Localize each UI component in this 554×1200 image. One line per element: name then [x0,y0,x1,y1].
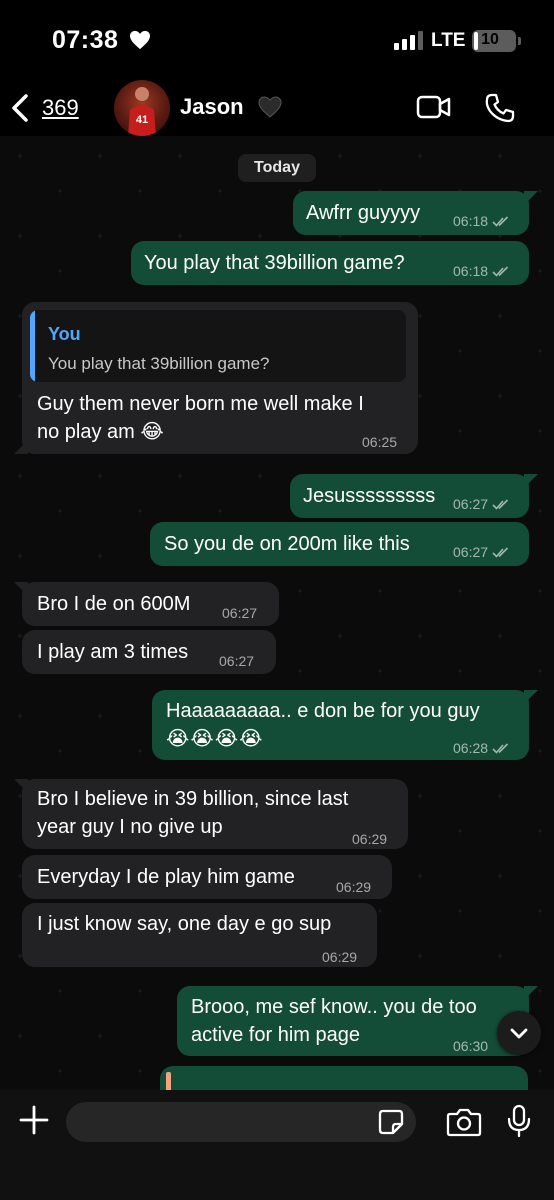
network-type: LTE [431,30,466,51]
message-text: I play am 3 times [37,641,189,663]
outgoing-message[interactable]: Haaaaaaaaa.. e don be for you guy 😭😭😭😭 0… [152,690,529,760]
message-text: Everyday I de play him game [37,866,295,888]
chevron-down-icon [510,1028,528,1039]
sticker-icon[interactable] [378,1109,404,1135]
quote-accent-bar [166,1072,171,1090]
incoming-message[interactable]: Bro I de on 600M 06:27 [22,582,279,626]
bubble-tail [524,474,538,488]
message-composer [0,1090,554,1200]
back-chevron-icon [12,94,28,122]
message-time: 06:25 [362,434,398,450]
battery-level: 10 [481,31,499,48]
message-text-line2: year guy I no give up [37,816,223,838]
battery-tip [518,37,521,45]
message-meta: 06:30 [453,1032,488,1060]
video-call-icon[interactable] [416,94,452,120]
incoming-message[interactable]: Bro I believe in 39 billion, since last … [22,779,408,849]
unread-chats-count: 369 [42,95,79,120]
message-time: 06:18 [453,263,489,279]
message-time: 06:27 [219,653,255,669]
bubble-tail [14,779,28,793]
outgoing-message[interactable]: Brooo, me sef know.. you de too active f… [177,986,529,1056]
plus-icon[interactable] [18,1104,50,1136]
bubble-tail [524,690,538,704]
bubble-tail [524,986,538,1000]
outgoing-message[interactable]: Jesusssssssss 06:27 [290,474,529,518]
double-check-icon [492,215,509,227]
outgoing-message[interactable]: So you de on 200m like this 06:27 [150,522,529,566]
message-text-line1: Bro I believe in 39 billion, since last [37,788,349,810]
message-time: 06:29 [322,949,358,965]
message-text-line2: active for him page [191,1024,360,1046]
incoming-message[interactable]: I just know say, one day e go sup 06:29 [22,903,377,967]
avatar-jersey-number: 41 [136,114,148,126]
message-meta: 06:18 [453,257,510,285]
bubble-tail [524,191,538,205]
scroll-to-bottom-button[interactable] [497,1011,541,1055]
status-bar: 07:38 LTE 10 [0,0,554,80]
signal-icon [394,31,423,50]
quote-accent-bar [30,310,35,382]
message-text-line1: Guy them never born me well make I [37,393,364,415]
double-check-icon [492,742,509,754]
message-input[interactable] [66,1102,416,1142]
battery-indicator: 10 [472,30,516,52]
outgoing-message[interactable]: You play that 39billion game? 06:18 [131,241,529,285]
message-time: 06:27 [453,496,489,512]
message-meta: 06:18 [453,207,510,235]
double-check-icon [492,546,509,558]
partially-visible-message[interactable] [160,1066,528,1090]
quote-author: You [48,324,81,344]
message-meta: 06:27 [453,538,510,566]
quoted-message[interactable]: You You play that 39billion game? [30,310,406,382]
message-text: Awfrr guyyyy [306,202,421,224]
quote-text: You play that 39billion game? [48,354,270,373]
double-check-icon [492,498,509,510]
double-check-icon [492,265,509,277]
status-time: 07:38 [52,26,119,54]
avatar-image: 41 [128,87,156,136]
phone-call-icon[interactable] [484,92,516,124]
chat-header: 369 41 Jason [0,80,554,136]
message-text: Jesusssssssss [303,485,436,507]
message-text-line1: Brooo, me sef know.. you de too [191,996,477,1018]
incoming-message-reply[interactable]: You You play that 39billion game? Guy th… [22,302,418,454]
message-text: I just know say, one day e go sup [37,913,332,935]
back-button[interactable]: 369 [10,88,79,128]
bubble-tail [14,582,28,596]
heart-icon [130,30,150,50]
message-meta: 06:27 [453,490,510,518]
camera-icon[interactable] [446,1107,482,1137]
message-time: 06:27 [453,544,489,560]
message-time: 06:28 [453,740,489,756]
chat-area[interactable]: Today Awfrr guyyyy 06:18 You play that 3… [0,136,554,1090]
outgoing-message[interactable]: Awfrr guyyyy 06:18 [293,191,529,235]
incoming-message[interactable]: I play am 3 times 06:27 [22,630,276,674]
date-separator: Today [238,154,316,182]
message-time: 06:30 [453,1038,489,1054]
message-text-line1: Haaaaaaaaa.. e don be for you guy [166,700,480,722]
message-text: Bro I de on 600M [37,593,191,615]
message-text-line2: no play am 😂 [37,421,164,443]
contact-name[interactable]: Jason [180,94,244,120]
message-time: 06:18 [453,213,489,229]
black-heart-icon [258,96,282,118]
message-time: 06:29 [352,831,388,847]
message-text: You play that 39billion game? [144,252,405,274]
message-emoji-line: 😭😭😭😭 [166,728,264,750]
microphone-icon[interactable] [506,1104,532,1138]
incoming-message[interactable]: Everyday I de play him game 06:29 [22,855,392,899]
message-time: 06:27 [222,605,258,621]
message-meta: 06:28 [453,734,510,762]
message-text: So you de on 200m like this [164,533,410,555]
message-time: 06:29 [336,879,372,895]
avatar[interactable]: 41 [114,80,170,136]
bubble-tail [14,440,28,454]
